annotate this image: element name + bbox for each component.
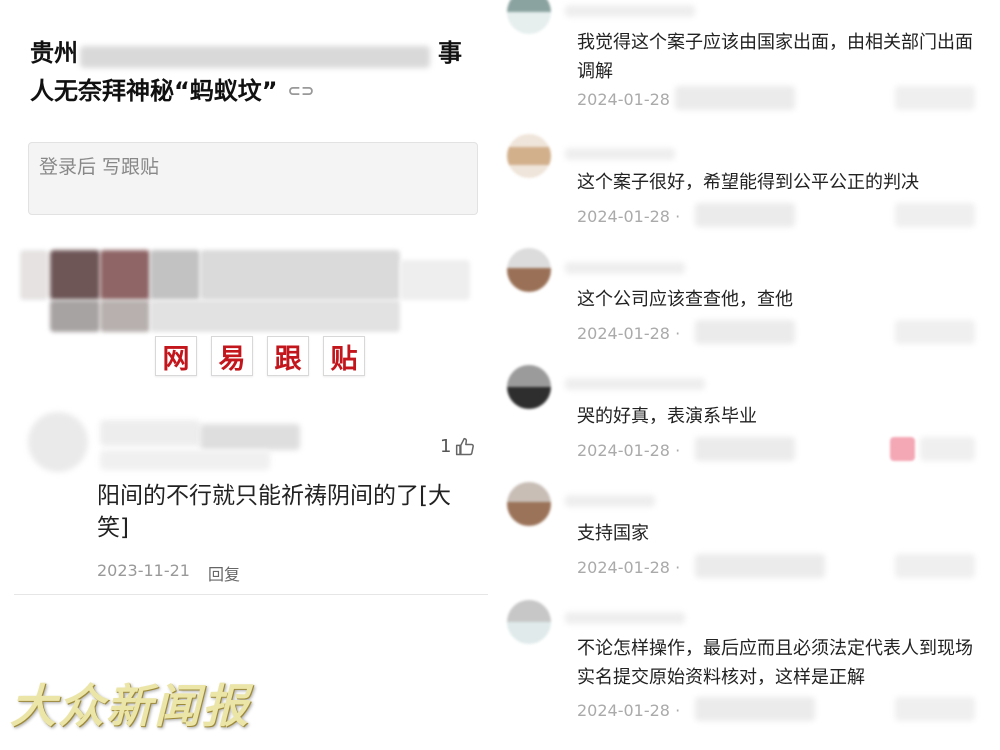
redacted-meta [895, 554, 975, 578]
comment-date: 2024-01-28 · [577, 207, 681, 226]
redacted-username [565, 148, 675, 160]
avatar[interactable] [507, 600, 551, 644]
avatar[interactable] [507, 248, 551, 292]
comment-date: 2023-11-21 [97, 561, 190, 580]
banner-char: 网 [155, 336, 197, 376]
banner-char: 贴 [323, 336, 365, 376]
redacted-meta [895, 320, 975, 344]
divider [14, 594, 488, 595]
redacted-meta [895, 697, 975, 721]
avatar[interactable] [507, 365, 551, 409]
avatar[interactable] [507, 134, 551, 178]
comment-date: 2024-01-28 [577, 90, 670, 109]
redacted-username [565, 612, 685, 624]
comment-meta: 2023-11-21 回复 [97, 561, 240, 585]
like-button[interactable]: 1 [440, 436, 475, 457]
newspaper-watermark: 大众新闻报 [10, 679, 250, 733]
redacted-meta [695, 554, 825, 578]
like-count: 1 [440, 436, 452, 457]
banner-char: 易 [211, 336, 253, 376]
redacted-meta [675, 86, 795, 110]
follow-post-input[interactable]: 登录后 写跟贴 [28, 142, 478, 215]
comment-text: 不论怎样操作，最后应而且必须法定代表人到现场实名提交原始资料核对，这样是正解 [577, 638, 973, 688]
banner-char: 跟 [267, 336, 309, 376]
redacted-meta [895, 86, 975, 110]
avatar[interactable] [507, 482, 551, 526]
comment-text: 支持国家 [577, 523, 649, 544]
reply-button[interactable]: 回复 [208, 561, 240, 585]
redacted-meta [695, 320, 795, 344]
redacted-meta [920, 437, 975, 461]
redacted-meta [890, 437, 915, 461]
comment-text: 阳间的不行就只能祈祷阴间的了[大笑] [97, 483, 451, 541]
comment-date: 2024-01-28 · [577, 324, 681, 343]
comment-date: 2024-01-28 · [577, 441, 681, 460]
comment-text: 这个公司应该查查他，查他 [577, 289, 793, 310]
redacted-meta [695, 203, 795, 227]
right-panel: 我觉得这个案子应该由国家出面，由相关部门出面调解 2024-01-28 这个案子… [505, 0, 1000, 750]
redacted-meta [695, 437, 795, 461]
comment-text: 这个案子很好，希望能得到公平公正的判决 [577, 172, 919, 193]
redacted-username [565, 378, 705, 390]
redacted-title [80, 46, 430, 68]
thumbs-up-icon [456, 437, 475, 455]
netease-follow-banner: 网 易 跟 贴 [155, 336, 365, 376]
comment-text: 哭的好真，表演系毕业 [577, 406, 757, 427]
redacted-meta [895, 203, 975, 227]
comment-text: 我觉得这个案子应该由国家出面，由相关部门出面调解 [577, 32, 973, 82]
comment-date: 2024-01-28 · [577, 558, 681, 577]
redacted-username [565, 495, 655, 507]
article-title-line-2: 人无奈拜神秘“蚂蚁坟” ⊂⊃ [30, 72, 490, 110]
redacted-meta [695, 697, 815, 721]
comment-date: 2024-01-28 · [577, 701, 681, 720]
left-panel: 贵州事 人无奈拜神秘“蚂蚁坟” ⊂⊃ 登录后 写跟贴 网 易 跟 贴 1 阳间的不… [0, 0, 493, 750]
link-icon[interactable]: ⊂⊃ [288, 72, 315, 110]
panel-separator [493, 0, 505, 750]
redacted-username [565, 262, 685, 274]
redacted-username [565, 5, 695, 17]
avatar[interactable] [507, 0, 551, 34]
